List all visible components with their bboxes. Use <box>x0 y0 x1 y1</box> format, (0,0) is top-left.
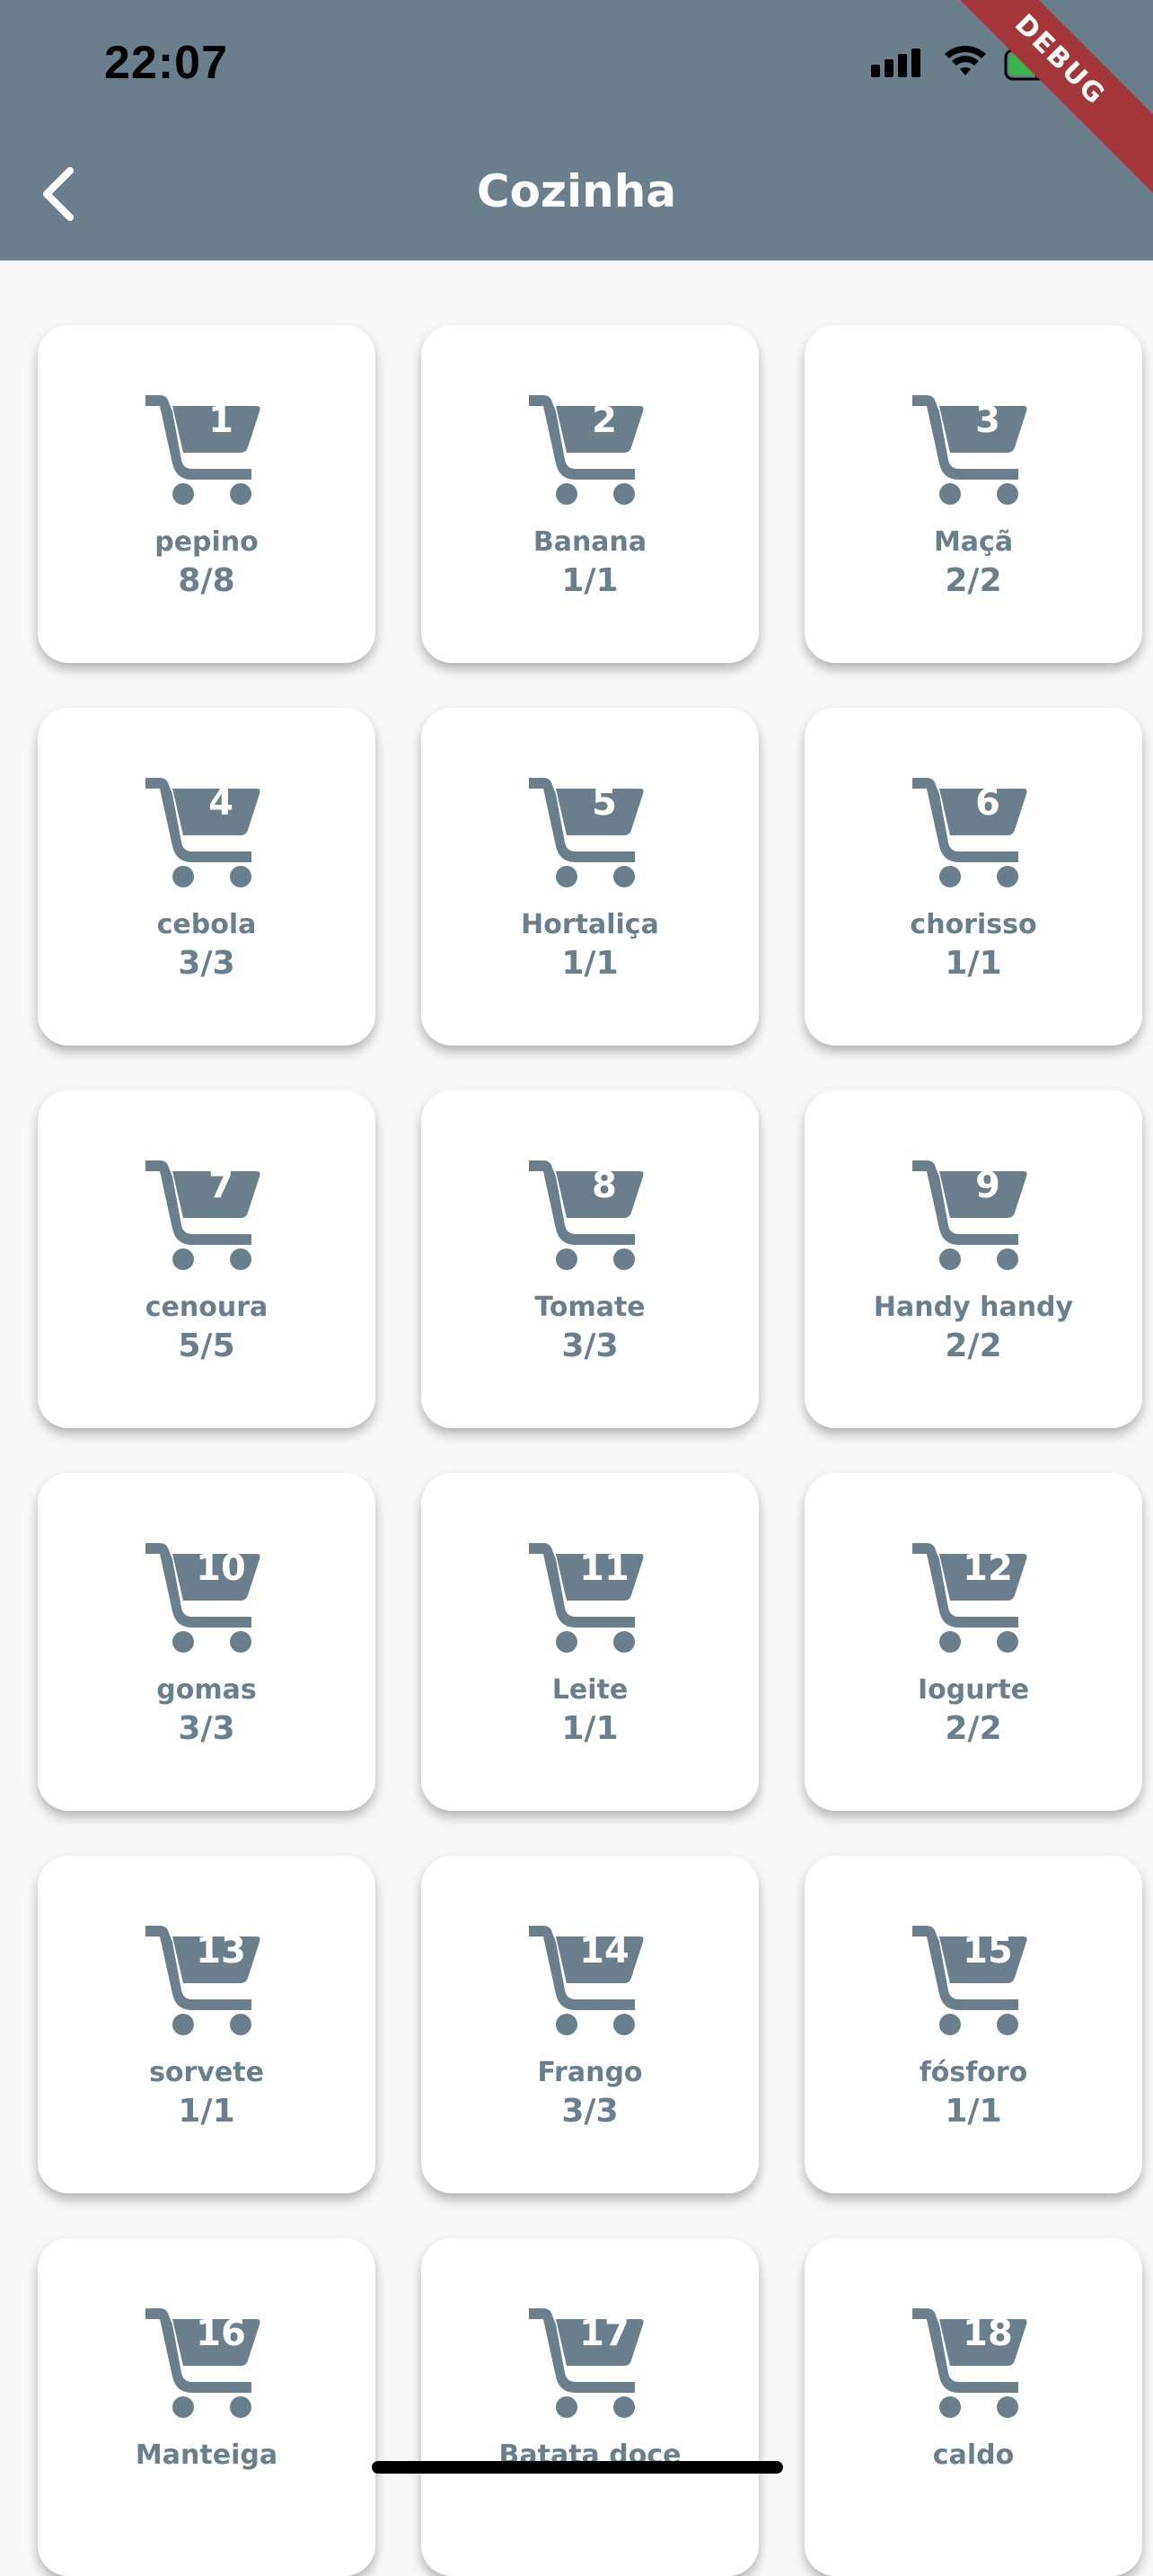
status-time: 22:07 <box>104 37 228 89</box>
item-name: Maçã <box>933 526 1014 558</box>
item-card[interactable]: 9 Handy handy 2/2 <box>805 1090 1142 1428</box>
item-card[interactable]: 17 Batata doce <box>421 2238 759 2576</box>
item-name: Frango <box>537 2057 643 2088</box>
item-count: 1/1 <box>561 1710 619 1747</box>
item-card[interactable]: 13 sorvete 1/1 <box>38 1856 375 2193</box>
item-card[interactable]: 1 pepino 8/8 <box>38 325 375 663</box>
item-number: 7 <box>208 1165 233 1206</box>
item-number: 2 <box>592 400 617 441</box>
item-number: 4 <box>208 782 233 824</box>
item-number: 1 <box>208 400 233 441</box>
item-number: 8 <box>592 1165 617 1206</box>
item-name: chorisso <box>910 909 1037 940</box>
item-count: 3/3 <box>561 2093 619 2130</box>
cart-icon-wrap: 7 <box>145 1159 260 1270</box>
item-count: 2/2 <box>945 1710 1002 1747</box>
cart-icon-wrap: 10 <box>145 1541 260 1653</box>
home-indicator <box>372 2461 783 2474</box>
app-bar: 22:07 DEBUG Cozinha <box>0 0 1153 260</box>
cart-icon-wrap: 13 <box>145 1924 260 2035</box>
page-title: Cozinha <box>476 165 677 217</box>
item-card[interactable]: 16 Manteiga <box>38 2238 375 2576</box>
item-count: 5/5 <box>178 1328 235 1364</box>
item-number: 9 <box>975 1165 1000 1206</box>
item-number: 11 <box>579 1548 629 1589</box>
item-card[interactable]: 12 Iogurte 2/2 <box>805 1473 1142 1811</box>
item-count: 1/1 <box>561 562 619 599</box>
item-number: 16 <box>196 2313 246 2354</box>
item-name: Hortaliça <box>521 909 659 940</box>
item-number: 17 <box>579 2313 629 2354</box>
item-count: 3/3 <box>561 1328 619 1364</box>
item-card[interactable]: 15 fósforo 1/1 <box>805 1856 1142 2193</box>
cart-icon-wrap: 11 <box>529 1541 644 1653</box>
item-number: 10 <box>196 1548 246 1589</box>
signal-icon <box>871 49 920 77</box>
item-number: 12 <box>963 1548 1013 1589</box>
item-count: 1/1 <box>561 945 619 982</box>
item-card[interactable]: 2 Banana 1/1 <box>421 325 759 663</box>
cart-icon-wrap: 17 <box>529 2307 644 2418</box>
item-card[interactable]: 8 Tomate 3/3 <box>421 1090 759 1428</box>
cart-icon-wrap: 6 <box>912 776 1027 887</box>
item-name: Iogurte <box>917 1674 1030 1706</box>
item-name: caldo <box>932 2439 1015 2471</box>
item-name: Leite <box>551 1674 629 1706</box>
item-name: sorvete <box>149 2057 264 2088</box>
item-number: 14 <box>579 1930 629 1972</box>
cart-icon-wrap: 12 <box>912 1541 1027 1653</box>
cart-icon-wrap: 14 <box>529 1924 644 2035</box>
item-card[interactable]: 10 gomas 3/3 <box>38 1473 375 1811</box>
cart-icon-wrap: 8 <box>529 1159 644 1270</box>
item-count: 3/3 <box>178 1710 235 1747</box>
wifi-icon <box>945 46 986 75</box>
item-card[interactable]: 11 Leite 1/1 <box>421 1473 759 1811</box>
item-count: 8/8 <box>178 562 235 599</box>
cart-icon-wrap: 4 <box>145 776 260 887</box>
item-count: 2/2 <box>945 562 1002 599</box>
item-name: Tomate <box>534 1292 646 1323</box>
item-number: 3 <box>975 400 1000 441</box>
item-card[interactable]: 6 chorisso 1/1 <box>805 708 1142 1045</box>
item-grid: 1 pepino 8/8 2 Banana 1/1 3 Maçã 2/2 4 c… <box>38 325 1142 2576</box>
cart-icon-wrap: 2 <box>529 393 644 505</box>
item-name: Manteiga <box>135 2439 278 2471</box>
item-count: 1/1 <box>945 945 1002 982</box>
cart-icon-wrap: 1 <box>145 393 260 505</box>
item-name: fósforo <box>919 2057 1028 2088</box>
item-number: 18 <box>963 2313 1013 2354</box>
cart-icon-wrap: 3 <box>912 393 1027 505</box>
cart-icon-wrap: 18 <box>912 2307 1027 2418</box>
item-number: 15 <box>963 1930 1013 1972</box>
cart-icon-wrap: 15 <box>912 1924 1027 2035</box>
item-card[interactable]: 4 cebola 3/3 <box>38 708 375 1045</box>
item-card[interactable]: 3 Maçã 2/2 <box>805 325 1142 663</box>
item-name: cenoura <box>145 1292 268 1323</box>
item-count: 1/1 <box>945 2093 1002 2130</box>
item-number: 5 <box>592 782 617 824</box>
item-number: 13 <box>196 1930 246 1972</box>
item-count: 1/1 <box>178 2093 235 2130</box>
item-name: Banana <box>532 526 647 558</box>
cart-icon-wrap: 5 <box>529 776 644 887</box>
item-card[interactable]: 18 caldo <box>805 2238 1142 2576</box>
item-name: Handy handy <box>873 1292 1074 1323</box>
item-name: pepino <box>154 526 259 558</box>
item-number: 6 <box>975 782 1000 824</box>
cart-icon-wrap: 16 <box>145 2307 260 2418</box>
item-card[interactable]: 5 Hortaliça 1/1 <box>421 708 759 1045</box>
item-count: 2/2 <box>945 1328 1002 1364</box>
item-card[interactable]: 7 cenoura 5/5 <box>38 1090 375 1428</box>
item-name: cebola <box>156 909 257 940</box>
cart-icon-wrap: 9 <box>912 1159 1027 1270</box>
item-card[interactable]: 14 Frango 3/3 <box>421 1856 759 2193</box>
item-count: 3/3 <box>178 945 235 982</box>
item-name: gomas <box>156 1674 257 1706</box>
